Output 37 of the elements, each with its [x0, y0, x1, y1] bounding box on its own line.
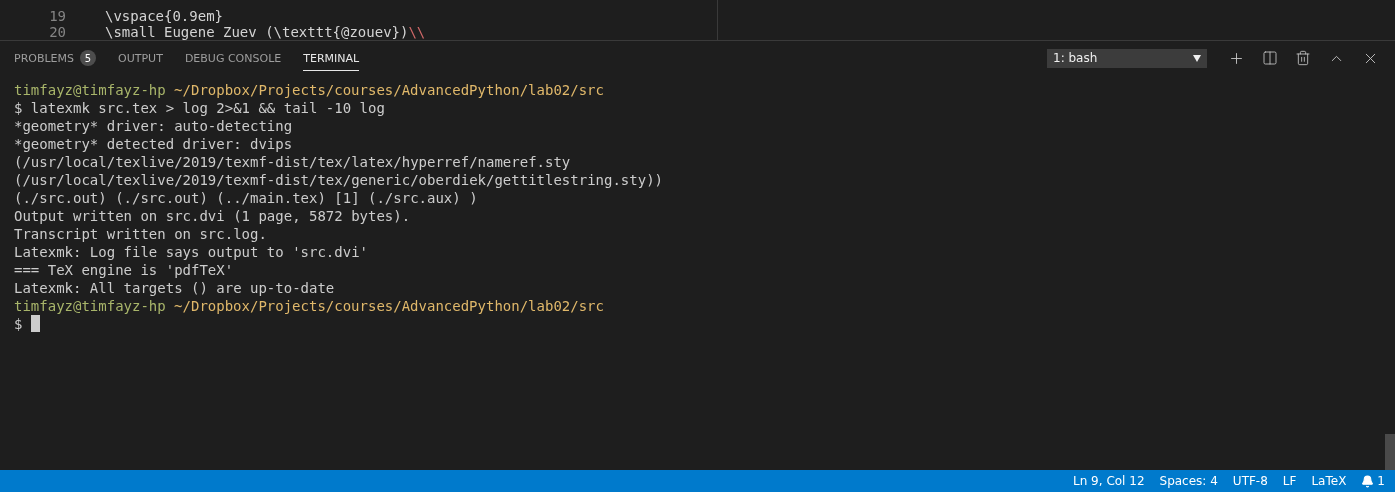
status-item[interactable]: Spaces: 4 [1159, 474, 1218, 488]
bell-icon[interactable] [1361, 474, 1375, 488]
panel-tab[interactable]: OUTPUT [118, 45, 163, 71]
terminal-line: *geometry* detected driver: dvips [14, 135, 293, 153]
split-icon[interactable] [1260, 48, 1280, 68]
terminal-line: (/usr/local/texlive/2019/texmf-dist/tex/latex/hyperref/nameref.sty [14, 153, 571, 171]
terminal-line: *geometry* driver: auto-detecting [14, 117, 293, 135]
prompt-user: timfayz@timfayz-hp [14, 81, 166, 99]
terminal-select[interactable]: 1: bash [1047, 48, 1207, 68]
status-item[interactable]: LaTeX [1311, 474, 1347, 488]
prompt-user: timfayz@timfayz-hp [14, 297, 166, 315]
caret-icon [1193, 54, 1201, 62]
count-badge: 5 [80, 50, 97, 66]
terminal-line: === TeX engine is 'pdfTeX' [14, 261, 234, 279]
notification-count[interactable]: 1 [1377, 474, 1385, 488]
prompt-path: ~/Dropbox/Projects/courses/AdvancedPython/lab02/src [174, 81, 604, 99]
terminal-line: Output written on src.dvi (1 page, 5872 bytes). [14, 207, 411, 225]
terminal-line: Latexmk: All targets () are up-to-date [14, 279, 335, 297]
line-number: 20 [49, 24, 67, 40]
status-item[interactable]: LF [1282, 474, 1297, 488]
terminal-prompt: $ [14, 315, 23, 333]
panel-tab[interactable]: TERMINAL [303, 45, 360, 71]
code-line: \vspace{0.9em} [105, 8, 224, 24]
terminal-line: Latexmk: Log file says output to 'src.dvi' [14, 243, 368, 261]
prompt-path: ~/Dropbox/Projects/courses/AdvancedPython/lab02/src [174, 297, 604, 315]
terminal-line: Transcript written on src.log. [14, 225, 267, 243]
line-number: 19 [49, 8, 67, 24]
terminal-line: (./src.out) (./src.out) (../main.tex) [1] (./src.aux) ) [14, 189, 478, 207]
status-item[interactable]: UTF-8 [1232, 474, 1268, 488]
panel-tab[interactable]: PROBLEMS 5 [14, 44, 97, 72]
status-item[interactable]: Ln 9, Col 12 [1073, 474, 1145, 488]
terminal-line: (/usr/local/texlive/2019/texmf-dist/tex/generic/oberdiek/gettitlestring.sty)) [14, 171, 663, 189]
panel-tab[interactable]: DEBUG CONSOLE [184, 45, 282, 71]
code-line: \small Eugene Zuev (\texttt{@zouev})\\ [105, 24, 427, 40]
scrollbar-thumb[interactable] [1385, 434, 1395, 470]
text-cursor [31, 315, 41, 332]
terminal-line: $ latexmk src.tex > log 2>&1 && tail -10 log [14, 99, 385, 117]
